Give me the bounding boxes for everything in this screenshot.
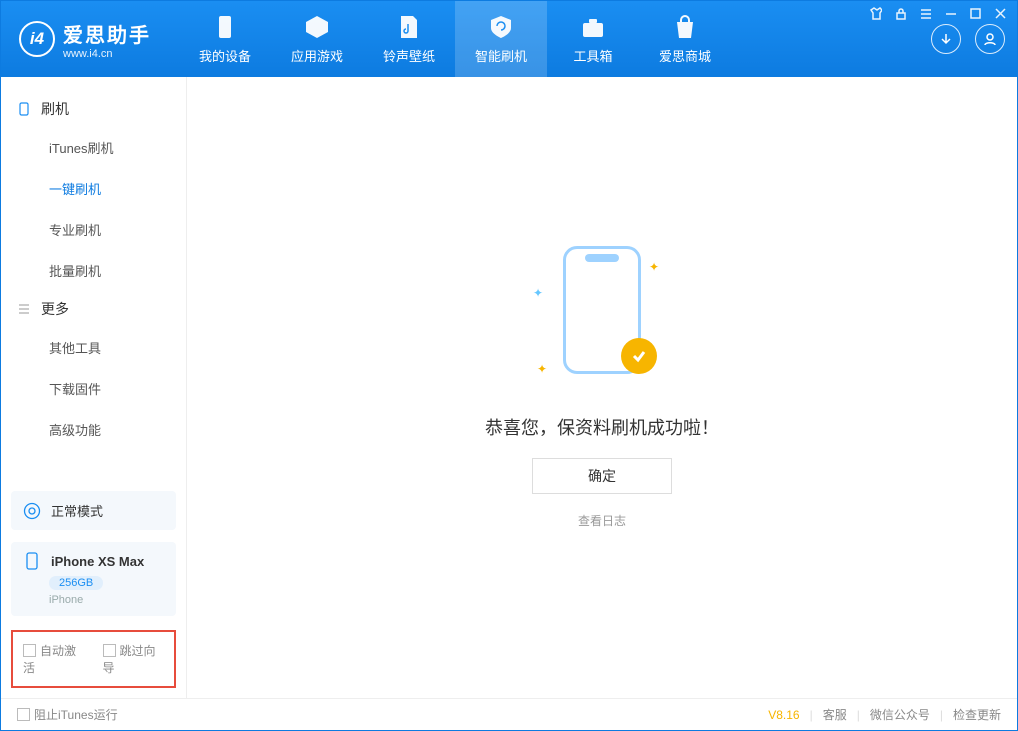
nav-toolbox[interactable]: 工具箱: [547, 1, 639, 77]
success-illustration: ✦ ✦ ✦: [527, 246, 677, 396]
phone-icon: [17, 102, 31, 116]
window-controls: [869, 7, 1007, 23]
lock-icon[interactable]: [894, 7, 907, 23]
check-update-link[interactable]: 检查更新: [953, 706, 1001, 723]
cube-icon: [304, 14, 330, 40]
nav-my-device[interactable]: 我的设备: [179, 1, 271, 77]
brand-url: www.i4.cn: [63, 48, 151, 60]
sidebar-item-batch-flash[interactable]: 批量刷机: [1, 250, 186, 291]
sidebar-item-other-tools[interactable]: 其他工具: [1, 327, 186, 368]
sidebar: 刷机 iTunes刷机 一键刷机 专业刷机 批量刷机 更多 其他工具 下载固件 …: [1, 77, 187, 698]
phone-icon: [23, 552, 41, 570]
checkbox-icon: [17, 708, 30, 721]
nav-label: 爱思商城: [659, 46, 711, 65]
nav-label: 我的设备: [199, 46, 251, 65]
checkbox-icon: [103, 644, 116, 657]
bag-icon: [672, 14, 698, 40]
device-mode-panel[interactable]: 正常模式: [11, 491, 176, 530]
nav-apps-games[interactable]: 应用游戏: [271, 1, 363, 77]
nav-smart-flash[interactable]: 智能刷机: [455, 1, 547, 77]
flash-options-box: 自动激活 跳过向导: [11, 630, 176, 688]
sync-icon: [23, 502, 41, 520]
header-right: [931, 24, 1005, 54]
shield-sync-icon: [488, 14, 514, 40]
device-capacity: 256GB: [49, 576, 103, 590]
logo-icon: i4: [19, 21, 55, 57]
shirt-icon[interactable]: [869, 7, 882, 23]
download-button[interactable]: [931, 24, 961, 54]
status-bar: 阻止iTunes运行 V8.16 | 客服 | 微信公众号 | 检查更新: [1, 698, 1017, 730]
wechat-link[interactable]: 微信公众号: [870, 706, 930, 723]
sidebar-group-label: 更多: [41, 299, 69, 319]
device-icon: [212, 14, 238, 40]
support-link[interactable]: 客服: [823, 706, 847, 723]
maximize-button[interactable]: [969, 7, 982, 23]
main-content: ✦ ✦ ✦ 恭喜您，保资料刷机成功啦！ 确定 查看日志: [187, 77, 1017, 698]
music-file-icon: [396, 14, 422, 40]
menu-icon[interactable]: [919, 7, 932, 23]
app-header: i4 爱思助手 www.i4.cn 我的设备 应用游戏 铃声壁纸 智能刷机 工具…: [1, 1, 1017, 77]
version-label: V8.16: [768, 708, 799, 722]
ok-button[interactable]: 确定: [532, 458, 672, 494]
app-logo: i4 爱思助手 www.i4.cn: [19, 19, 151, 60]
download-icon: [938, 31, 954, 47]
check-badge-icon: [621, 338, 657, 374]
nav-label: 工具箱: [573, 46, 612, 65]
block-itunes-checkbox[interactable]: 阻止iTunes运行: [17, 706, 118, 723]
nav-ringtones-wallpapers[interactable]: 铃声壁纸: [363, 1, 455, 77]
top-nav: 我的设备 应用游戏 铃声壁纸 智能刷机 工具箱 爱思商城: [179, 1, 731, 77]
sidebar-group-flash: 刷机: [1, 91, 186, 127]
close-button[interactable]: [994, 7, 1007, 23]
sidebar-item-one-key-flash[interactable]: 一键刷机: [1, 168, 186, 209]
nav-store[interactable]: 爱思商城: [639, 1, 731, 77]
toolbox-icon: [580, 14, 606, 40]
nav-label: 铃声壁纸: [383, 46, 435, 65]
view-log-link[interactable]: 查看日志: [578, 512, 626, 529]
result-headline: 恭喜您，保资料刷机成功啦！: [485, 414, 719, 440]
mode-label: 正常模式: [51, 501, 103, 520]
list-icon: [17, 302, 31, 316]
account-button[interactable]: [975, 24, 1005, 54]
sidebar-group-more: 更多: [1, 291, 186, 327]
nav-label: 智能刷机: [475, 46, 527, 65]
sidebar-item-advanced[interactable]: 高级功能: [1, 409, 186, 450]
device-type: iPhone: [49, 594, 164, 606]
nav-label: 应用游戏: [291, 46, 343, 65]
skip-guide-checkbox[interactable]: 跳过向导: [103, 642, 165, 676]
sparkle-icon: ✦: [537, 362, 547, 376]
minimize-button[interactable]: [944, 7, 957, 23]
sidebar-group-label: 刷机: [41, 99, 69, 119]
app-body: 刷机 iTunes刷机 一键刷机 专业刷机 批量刷机 更多 其他工具 下载固件 …: [1, 77, 1017, 698]
device-name: iPhone XS Max: [51, 554, 144, 569]
sidebar-item-pro-flash[interactable]: 专业刷机: [1, 209, 186, 250]
logo-text: 爱思助手 www.i4.cn: [63, 19, 151, 60]
auto-activate-checkbox[interactable]: 自动激活: [23, 642, 85, 676]
sidebar-item-download-firmware[interactable]: 下载固件: [1, 368, 186, 409]
sparkle-icon: ✦: [533, 286, 543, 300]
sidebar-item-itunes-flash[interactable]: iTunes刷机: [1, 127, 186, 168]
sparkle-icon: ✦: [649, 260, 659, 274]
device-panel[interactable]: iPhone XS Max 256GB iPhone: [11, 542, 176, 616]
checkbox-icon: [23, 644, 36, 657]
checkbox-label: 阻止iTunes运行: [34, 708, 118, 722]
user-icon: [982, 31, 998, 47]
brand-name: 爱思助手: [63, 19, 151, 48]
